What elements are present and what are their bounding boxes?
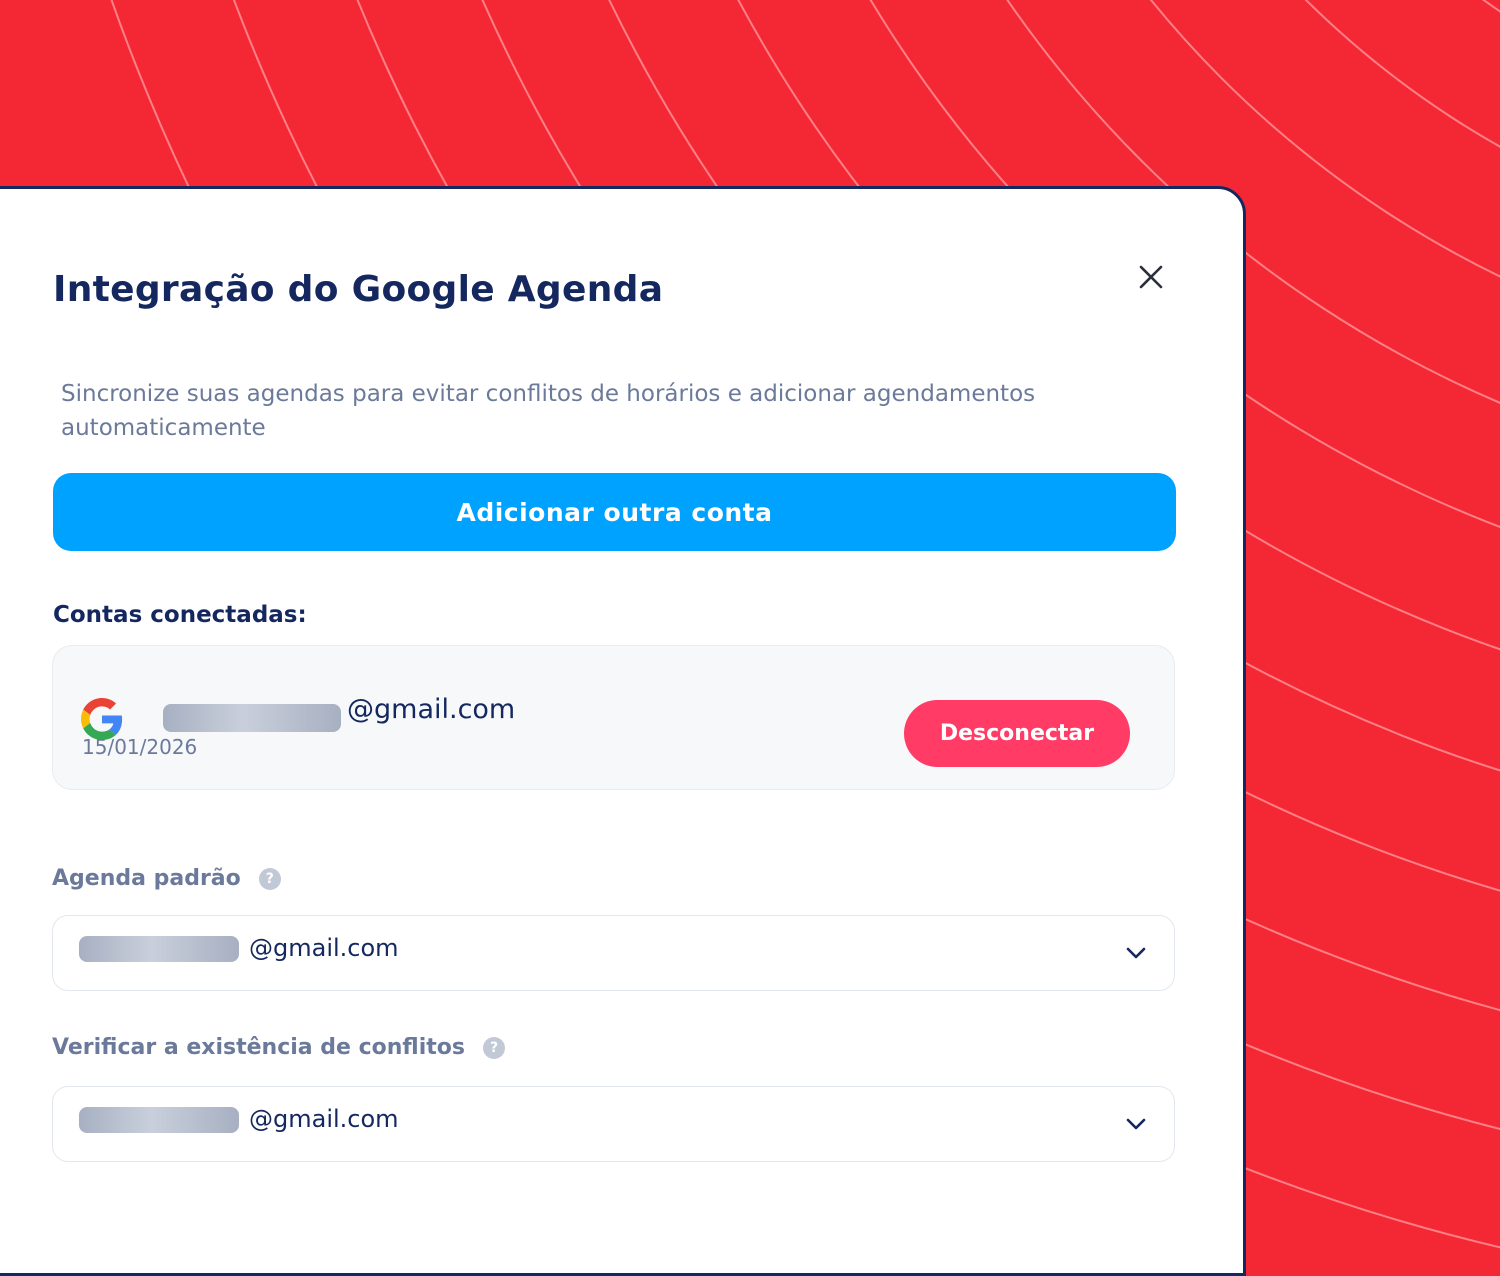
conflicts-label-text: Verificar a existência de conflitos [52, 1035, 465, 1060]
conflicts-select[interactable]: @gmail.com [52, 1086, 1175, 1162]
account-connected-date: 15/01/2026 [82, 735, 198, 759]
chevron-down-icon [1126, 1118, 1146, 1130]
connected-account-card: @gmail.com 15/01/2026 Desconectar [52, 645, 1175, 790]
google-calendar-modal: Integração do Google Agenda Sincronize s… [0, 186, 1246, 1276]
redacted-username [79, 1107, 239, 1133]
help-icon[interactable]: ? [483, 1036, 505, 1059]
help-icon[interactable]: ? [258, 867, 281, 890]
default-calendar-label-text: Agenda padrão [52, 866, 241, 891]
modal-description: Sincronize suas agendas para evitar conf… [61, 381, 1036, 441]
google-icon [81, 698, 123, 740]
redacted-username [163, 704, 341, 732]
conflicts-value: @gmail.com [249, 1105, 399, 1133]
chevron-down-icon [1126, 947, 1146, 959]
close-icon [1139, 265, 1163, 289]
default-calendar-value: @gmail.com [249, 934, 399, 962]
default-calendar-select[interactable]: @gmail.com [52, 915, 1175, 991]
account-email: @gmail.com [347, 694, 516, 725]
close-button[interactable] [1133, 259, 1169, 295]
disconnect-button[interactable]: Desconectar [904, 700, 1130, 767]
default-calendar-label: Agenda padrão ? [52, 866, 281, 891]
connected-accounts-heading: Contas conectadas: [53, 602, 307, 628]
modal-title: Integração do Google Agenda [53, 269, 664, 310]
add-account-button[interactable]: Adicionar outra conta [53, 473, 1176, 551]
redacted-username [79, 936, 239, 962]
conflicts-label: Verificar a existência de conflitos ? [52, 1035, 505, 1060]
